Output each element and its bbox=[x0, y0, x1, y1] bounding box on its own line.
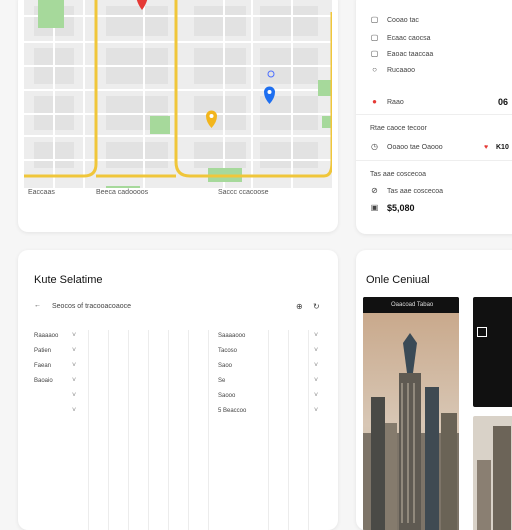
city-photo-secondary[interactable] bbox=[473, 297, 512, 407]
detail-row[interactable]: ○ Rucaaoo bbox=[370, 64, 415, 76]
map-caption-item: Saccc ccacoose bbox=[218, 189, 269, 196]
detail-row[interactable]: ▢ Ecaac caocsa bbox=[370, 32, 431, 44]
tag-icon: ⊘ bbox=[371, 186, 378, 195]
chevron-down-icon[interactable]: ˅ bbox=[72, 377, 76, 384]
route-search-text: Seocos of tracooacoaoce bbox=[52, 303, 131, 310]
list-item[interactable]: Raaaaoo bbox=[34, 333, 58, 339]
list-item[interactable]: Saaaaooo bbox=[218, 333, 245, 339]
route-card: Kute Selatime ← Seocos of tracooacoaoce … bbox=[18, 250, 338, 530]
chevron-down-icon[interactable]: ˅ bbox=[72, 362, 76, 369]
map-caption-item: Eaccaas bbox=[28, 189, 55, 196]
price-label: Tas aae coscecoa bbox=[370, 170, 427, 178]
map-caption: Eaccaas Beeca cadoooos Saccc ccacoose bbox=[26, 189, 326, 203]
time-row-label: Ooaoo tae Oaooo bbox=[387, 143, 443, 151]
list-item[interactable]: Patien bbox=[34, 348, 51, 354]
chevron-down-icon[interactable]: ˅ bbox=[72, 392, 76, 399]
map-caption-item: Beeca cadoooos bbox=[96, 189, 149, 196]
map-view[interactable] bbox=[24, 0, 332, 188]
map-card: Eaccaas Beeca cadoooos Saccc ccacoose bbox=[18, 0, 338, 232]
square-icon: ▢ bbox=[370, 33, 379, 42]
list-item[interactable]: 5 Beaccoo bbox=[218, 408, 246, 414]
square-icon: ▢ bbox=[370, 49, 379, 58]
skyline-image bbox=[477, 426, 511, 530]
photo-label: Oaacoad Tabao bbox=[363, 297, 459, 313]
heart-icon: ♥ bbox=[484, 143, 489, 151]
detail-row-label: Raao bbox=[387, 98, 404, 106]
city-photo[interactable]: Oaacoad Tabao bbox=[363, 297, 459, 530]
detail-row-label: Ecaac caocsa bbox=[387, 34, 431, 42]
section-label: Rtae caoce tecoor bbox=[370, 124, 427, 132]
divider bbox=[356, 160, 512, 161]
detail-row-value: 06 bbox=[498, 97, 509, 107]
list-item[interactable]: Se bbox=[218, 378, 225, 384]
list-item[interactable]: Saooo bbox=[218, 393, 235, 399]
chevron-down-icon[interactable]: ˅ bbox=[72, 347, 76, 354]
price-row-label: Tas aae coscecoa bbox=[387, 187, 444, 195]
detail-row[interactable]: ● Raao 06 bbox=[370, 96, 512, 108]
details-card: ▢ Cooao tac ▢ Ecaac caocsa ▢ Eaoac taacc… bbox=[356, 0, 512, 234]
chevron-down-icon[interactable]: ˅ bbox=[314, 407, 318, 414]
list-item[interactable]: Baoaio bbox=[34, 378, 53, 384]
detail-row-label: Rucaaoo bbox=[387, 66, 416, 74]
gallery-icon bbox=[477, 327, 487, 337]
time-row[interactable]: ◷ Ooaoo tae Oaooo ♥ K10 bbox=[370, 141, 512, 153]
divider bbox=[356, 114, 512, 115]
list-item[interactable]: Tacoso bbox=[218, 348, 237, 354]
city-photo-tertiary[interactable] bbox=[473, 416, 512, 530]
clock-icon: ◷ bbox=[371, 142, 378, 151]
detail-row-label: Eaoac taaccaa bbox=[387, 50, 434, 58]
price-total-row: ▣ $5,080 bbox=[370, 202, 415, 214]
chevron-down-icon[interactable]: ˅ bbox=[72, 407, 76, 414]
chevron-down-icon[interactable]: ˅ bbox=[314, 332, 318, 339]
city-card: Onle Ceniual Oaacoad Tabao bbox=[356, 250, 512, 530]
city-title: Onle Ceniual bbox=[366, 274, 430, 286]
price-row[interactable]: ⊘ Tas aae coscecoa bbox=[370, 185, 443, 197]
detail-row[interactable]: ▢ Cooao tac bbox=[370, 14, 419, 26]
route-search-bar[interactable]: ← Seocos of tracooacoaoce ⊕ ↻ bbox=[34, 302, 330, 314]
skyline-image bbox=[363, 313, 459, 530]
list-item[interactable]: Saoo bbox=[218, 363, 232, 369]
detail-row[interactable]: ▢ Eaoac taaccaa bbox=[370, 48, 434, 60]
share-icon[interactable]: ⊕ bbox=[296, 302, 303, 311]
receipt-icon: ▣ bbox=[370, 203, 379, 212]
pin-icon: ● bbox=[372, 97, 377, 106]
circle-icon: ○ bbox=[372, 65, 377, 74]
square-icon: ▢ bbox=[370, 15, 379, 24]
chevron-down-icon[interactable]: ˅ bbox=[72, 332, 76, 339]
chevron-down-icon[interactable]: ˅ bbox=[314, 392, 318, 399]
back-arrow-icon[interactable]: ← bbox=[34, 302, 41, 309]
refresh-icon[interactable]: ↻ bbox=[313, 302, 320, 311]
list-item[interactable]: Faean bbox=[34, 363, 51, 369]
detail-row-label: Cooao tac bbox=[387, 16, 419, 24]
chevron-down-icon[interactable]: ˅ bbox=[314, 377, 318, 384]
route-title: Kute Selatime bbox=[34, 274, 103, 286]
chevron-down-icon[interactable]: ˅ bbox=[314, 347, 318, 354]
price-value: $5,080 bbox=[387, 203, 415, 213]
time-row-tag: K10 bbox=[496, 143, 509, 151]
chevron-down-icon[interactable]: ˅ bbox=[314, 362, 318, 369]
